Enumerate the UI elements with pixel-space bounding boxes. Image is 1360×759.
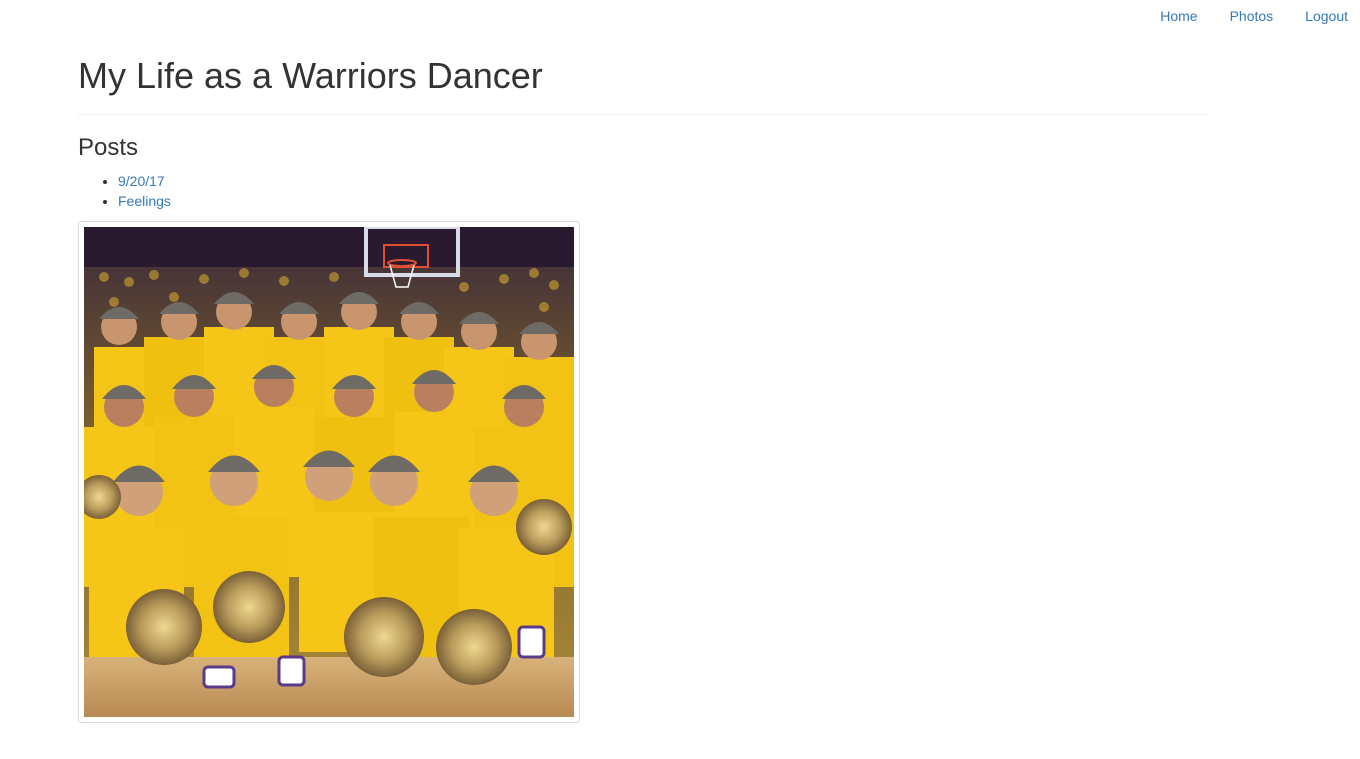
nav-home-link[interactable]: Home xyxy=(1144,6,1213,26)
post-link-date[interactable]: 9/20/17 xyxy=(118,173,165,189)
top-nav: Home Photos Logout xyxy=(1144,6,1348,26)
photo-thumbnail[interactable] xyxy=(78,221,580,723)
posts-list: 9/20/17 Feelings xyxy=(78,171,171,211)
nav-logout-link[interactable]: Logout xyxy=(1289,6,1348,26)
nav-photos-link[interactable]: Photos xyxy=(1214,6,1290,26)
team-photo-image xyxy=(84,227,574,717)
page-title: My Life as a Warriors Dancer xyxy=(78,55,543,96)
post-list-item: 9/20/17 xyxy=(118,171,171,191)
post-link-feelings[interactable]: Feelings xyxy=(118,193,171,209)
title-divider xyxy=(78,114,1208,115)
post-list-item: Feelings xyxy=(118,191,171,211)
posts-heading: Posts xyxy=(78,134,139,161)
